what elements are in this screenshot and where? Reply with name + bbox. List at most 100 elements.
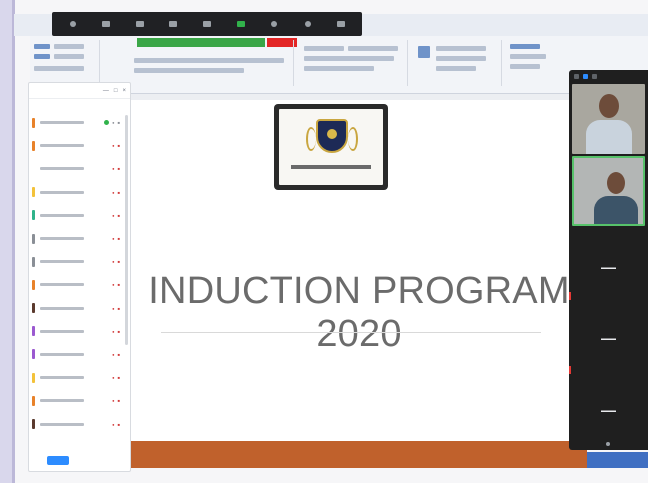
camera-off-icon[interactable]: ■ — [118, 422, 120, 427]
participants-panel: — □ × ● ■ ● ■ ● ■ ● ■ ● ■ ● ■ ● ■ ● ■ ● ■ ● ■ ● ■ ● ■ ● ■ ● ■ — [28, 82, 131, 472]
mic-muted-icon[interactable]: ● — [112, 190, 114, 195]
mic-muted-icon[interactable]: ● — [112, 398, 114, 403]
participant-name-tile[interactable]: ▬▬▬ — [569, 265, 648, 271]
participant-name — [40, 352, 107, 357]
participant-name-tile[interactable]: ▬▬▬ — [569, 408, 648, 414]
shield-icon — [316, 119, 348, 153]
record-button[interactable] — [259, 12, 289, 36]
mic-muted-icon[interactable]: ● — [112, 236, 114, 241]
participants-button[interactable] — [159, 12, 189, 36]
camera-off-icon[interactable]: ■ — [118, 398, 120, 403]
participant-row[interactable]: ● ■ — [32, 273, 130, 296]
laurel-icon — [348, 127, 358, 151]
share-screen-icon — [236, 21, 245, 27]
video-button[interactable] — [92, 12, 122, 36]
close-icon[interactable]: × — [122, 88, 126, 94]
mute-button[interactable] — [58, 12, 88, 36]
participants-scrollbar[interactable] — [125, 115, 128, 345]
mic-muted-icon[interactable]: ● — [112, 375, 114, 380]
mic-muted-icon[interactable]: ● — [112, 352, 114, 357]
reactions-button[interactable] — [293, 12, 323, 36]
program-logo — [274, 104, 388, 190]
camera-off-icon[interactable]: ■ — [118, 120, 120, 125]
participants-search-input[interactable] — [29, 99, 130, 111]
camera-off-icon[interactable]: ■ — [118, 375, 120, 380]
ribbon-editing-group — [506, 40, 566, 86]
participant-name — [40, 259, 107, 264]
mic-muted-icon[interactable]: ● — [112, 306, 114, 311]
camera-off-icon[interactable]: ■ — [118, 306, 120, 311]
active-speaker-video-tile[interactable] — [572, 156, 645, 226]
participants-list: ● ■ ● ■ ● ■ ● ■ ● ■ ● ■ ● ■ ● ■ ● ■ ● ■ ● ■ ● ■ ● ■ ● ■ — [29, 111, 130, 436]
participant-avatar-bar — [32, 256, 35, 267]
participant-row[interactable]: ● ■ — [32, 343, 130, 366]
share-screen-button[interactable] — [226, 12, 256, 36]
camera-off-icon[interactable]: ■ — [118, 190, 120, 195]
camera-off-icon[interactable]: ■ — [118, 352, 120, 357]
participants-header: — □ × — [29, 83, 130, 99]
desktop-edge — [0, 0, 15, 483]
mute-all-button[interactable] — [47, 455, 69, 465]
more-button[interactable] — [327, 12, 357, 36]
slide-title: INDUCTION PROGRAM 2020 — [148, 270, 570, 355]
participant-name — [40, 306, 107, 311]
mic-muted-icon[interactable]: ● — [112, 282, 114, 287]
minimize-icon[interactable] — [592, 73, 597, 79]
participant-row[interactable]: ● ■ — [32, 366, 130, 389]
muted-indicator — [569, 366, 571, 374]
participant-name-tile[interactable]: ▬▬▬ — [569, 336, 648, 342]
camera-off-icon[interactable]: ■ — [118, 213, 120, 218]
ribbon-clipboard-group — [30, 40, 100, 86]
chat-button[interactable] — [192, 12, 222, 36]
participant-row[interactable]: ● ■ — [32, 412, 130, 435]
zoom-control-bar — [52, 12, 362, 36]
participant-avatar-bar — [32, 419, 35, 430]
participant-name — [40, 166, 107, 171]
participants-icon — [169, 21, 178, 27]
mic-on-icon[interactable]: ● — [112, 120, 114, 125]
participant-row[interactable]: ● ■ — [32, 297, 130, 320]
mic-muted-icon[interactable]: ● — [112, 329, 114, 334]
muted-indicator — [569, 292, 571, 300]
gallery-icon[interactable] — [583, 73, 588, 79]
popout-icon[interactable]: □ — [114, 88, 118, 94]
participant-video-tile[interactable] — [572, 84, 645, 154]
camera-off-icon[interactable]: ■ — [118, 236, 120, 241]
participant-row[interactable]: ● ■ — [32, 111, 130, 134]
participant-row[interactable]: ● ■ — [32, 227, 130, 250]
mic-muted-icon[interactable]: ● — [112, 259, 114, 264]
participant-avatar-bar — [32, 279, 35, 290]
participant-avatar-bar — [32, 140, 35, 151]
participant-name — [40, 375, 107, 380]
camera-off-icon[interactable]: ■ — [118, 282, 120, 287]
participant-avatar-bar — [32, 303, 35, 314]
mic-muted-icon[interactable]: ● — [112, 166, 114, 171]
participant-avatar-bar — [32, 210, 35, 221]
participant-name — [40, 282, 107, 287]
participant-row[interactable]: ● ■ — [32, 157, 130, 180]
mic-muted-icon[interactable]: ● — [112, 213, 114, 218]
speaking-icon — [104, 120, 110, 126]
participant-row[interactable]: ● ■ — [32, 204, 130, 227]
mic-muted-icon[interactable]: ● — [112, 143, 114, 148]
camera-off-icon[interactable]: ■ — [118, 166, 120, 171]
participant-row[interactable]: ● ■ — [32, 181, 130, 204]
camera-off-icon[interactable]: ■ — [118, 259, 120, 264]
scroll-indicator[interactable] — [606, 442, 610, 446]
security-button[interactable] — [125, 12, 155, 36]
layout-icon[interactable] — [574, 73, 579, 79]
shared-slide: INDUCTION PROGRAM 2020 — [131, 100, 587, 468]
minimize-icon[interactable]: — — [103, 88, 109, 94]
participant-row[interactable]: ● ■ — [32, 134, 130, 157]
slide-corner-accent — [587, 452, 648, 468]
camera-off-icon[interactable]: ■ — [118, 329, 120, 334]
participant-row[interactable]: ● ■ — [32, 320, 130, 343]
ribbon-drawing-group — [412, 40, 502, 86]
participant-row[interactable]: ● ■ — [32, 389, 130, 412]
participant-row[interactable]: ● ■ — [32, 250, 130, 273]
participant-avatar-bar — [32, 372, 35, 383]
logo-caption — [291, 165, 371, 169]
record-icon — [271, 21, 278, 27]
camera-off-icon[interactable]: ■ — [118, 143, 120, 148]
mic-muted-icon[interactable]: ● — [112, 422, 114, 427]
